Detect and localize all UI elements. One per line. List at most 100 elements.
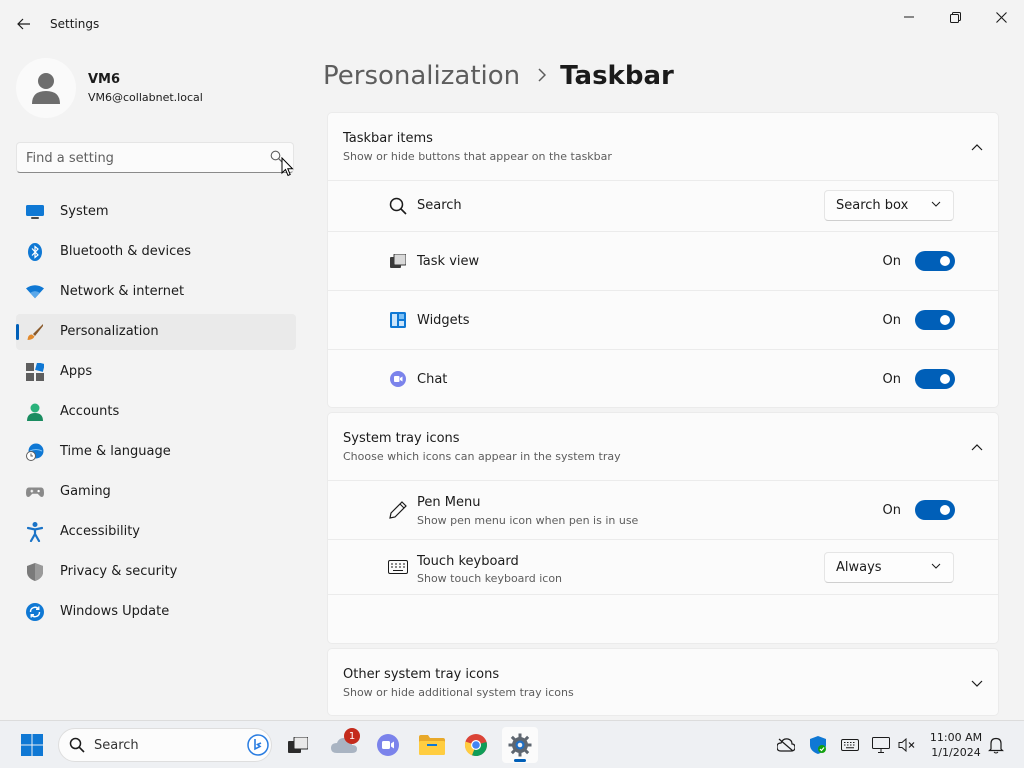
chevron-down-icon[interactable] — [970, 676, 984, 690]
sidebar-item-apps[interactable]: Apps — [16, 354, 296, 390]
gear-icon — [508, 733, 532, 757]
taskbar-items-card: Taskbar items Show or hide buttons that … — [327, 112, 999, 408]
chevron-down-icon — [931, 563, 941, 569]
title-bar: Settings — [0, 0, 1024, 48]
restore-icon — [949, 11, 961, 23]
minimize-icon — [904, 16, 914, 18]
user-profile: VM6 VM6@collabnet.local — [16, 58, 296, 118]
windows-logo-icon — [21, 734, 43, 756]
network-icon[interactable] — [871, 735, 891, 755]
pen-icon — [388, 500, 408, 520]
sidebar-item-privacy[interactable]: Privacy & security — [16, 554, 296, 590]
settings-app-button[interactable] — [502, 727, 538, 763]
minimize-button[interactable] — [889, 6, 929, 28]
sidebar-item-network[interactable]: Network & internet — [16, 274, 296, 310]
pen-menu-toggle[interactable] — [915, 500, 955, 520]
settings-search-box[interactable] — [16, 142, 294, 173]
avatar — [16, 58, 76, 118]
chat-row: Chat On — [328, 349, 998, 408]
keyboard-icon — [388, 557, 408, 577]
sidebar-item-accounts[interactable]: Accounts — [16, 394, 296, 430]
bell-icon[interactable] — [986, 735, 1006, 755]
taskbar-items-header[interactable]: Taskbar items Show or hide buttons that … — [328, 113, 998, 180]
system-tray-card: System tray icons Choose which icons can… — [327, 412, 999, 644]
section-subtitle: Show or hide buttons that appear on the … — [343, 150, 612, 163]
search-input[interactable] — [26, 148, 256, 168]
clock-date: 1/1/2024 — [931, 746, 981, 759]
close-button[interactable] — [981, 6, 1021, 28]
sidebar-item-time-language[interactable]: Time & language — [16, 434, 296, 470]
file-explorer-button[interactable] — [414, 727, 450, 763]
person-icon — [26, 403, 44, 421]
chrome-button[interactable] — [458, 727, 494, 763]
back-button[interactable] — [10, 12, 38, 36]
chevron-up-icon[interactable] — [970, 140, 984, 154]
chat-icon — [388, 369, 408, 389]
pen-menu-row: Pen Menu Show pen menu icon when pen is … — [328, 480, 998, 539]
section-title: Taskbar items — [343, 131, 433, 146]
arrow-left-icon — [17, 18, 30, 30]
other-tray-header[interactable]: Other system tray icons Show or hide add… — [328, 649, 998, 716]
section-subtitle: Show or hide additional system tray icon… — [343, 686, 574, 699]
update-icon — [26, 603, 44, 621]
breadcrumb: Personalization Taskbar — [323, 58, 674, 94]
clock-time: 11:00 AM — [929, 731, 983, 744]
brush-icon — [26, 323, 44, 341]
widgets-toggle[interactable] — [915, 310, 955, 330]
taskbar-search[interactable]: Search — [58, 728, 272, 762]
task-view-icon — [388, 251, 408, 271]
sidebar-item-personalization[interactable]: Personalization — [16, 314, 296, 350]
maximize-button[interactable] — [935, 6, 975, 28]
wifi-icon — [26, 283, 44, 301]
sidebar-nav: System Bluetooth & devices Network & int… — [16, 194, 296, 634]
touch-keyboard-dropdown[interactable]: Always — [824, 552, 954, 583]
accessibility-icon — [26, 522, 44, 542]
chevron-right-icon — [538, 66, 547, 87]
chevron-up-icon[interactable] — [970, 440, 984, 454]
globe-clock-icon — [26, 443, 44, 461]
task-view-button[interactable] — [280, 727, 316, 763]
task-view-icon — [288, 737, 308, 753]
cloud-offline-icon[interactable] — [776, 735, 796, 755]
bluetooth-icon — [26, 243, 44, 261]
onedrive-button[interactable]: 1 — [326, 727, 362, 763]
monitor-icon — [26, 203, 44, 221]
defender-shield-icon[interactable] — [808, 735, 828, 755]
other-tray-card[interactable]: Other system tray icons Show or hide add… — [327, 648, 999, 716]
bing-icon[interactable] — [247, 734, 269, 756]
task-view-toggle[interactable] — [915, 251, 955, 271]
chat-toggle[interactable] — [915, 369, 955, 389]
widgets-row: Widgets On — [328, 290, 998, 349]
chrome-icon — [464, 734, 487, 757]
section-title: Other system tray icons — [343, 667, 500, 682]
person-icon — [32, 73, 60, 104]
search-icon — [388, 196, 408, 216]
task-view-row: Task view On — [328, 231, 998, 290]
system-clock[interactable]: 11:00 AM 1/1/2024 — [922, 730, 990, 760]
start-button[interactable] — [14, 727, 50, 763]
apps-icon — [26, 363, 44, 381]
volume-muted-icon[interactable] — [897, 735, 917, 755]
touch-keyboard-row: Touch keyboard Show touch keyboard icon … — [328, 539, 998, 594]
shield-icon — [26, 563, 44, 581]
sidebar-item-accessibility[interactable]: Accessibility — [16, 514, 296, 550]
gamepad-icon — [26, 483, 44, 501]
sidebar-item-gaming[interactable]: Gaming — [16, 474, 296, 510]
system-tray-header[interactable]: System tray icons Choose which icons can… — [328, 413, 998, 480]
user-email: VM6@collabnet.local — [88, 91, 203, 104]
close-icon — [995, 11, 1007, 23]
sidebar-item-bluetooth[interactable]: Bluetooth & devices — [16, 234, 296, 270]
search-icon — [69, 737, 85, 753]
search-row: Search Search box — [328, 180, 998, 231]
keyboard-icon[interactable] — [840, 735, 860, 755]
chat-icon — [377, 734, 399, 756]
search-mode-dropdown[interactable]: Search box — [824, 190, 954, 221]
sidebar-item-windows-update[interactable]: Windows Update — [16, 594, 296, 630]
breadcrumb-parent[interactable]: Personalization — [323, 61, 520, 91]
folder-icon — [419, 735, 445, 755]
mouse-cursor-icon — [281, 157, 294, 177]
section-subtitle: Choose which icons can appear in the sys… — [343, 450, 621, 463]
teams-chat-button[interactable] — [370, 727, 406, 763]
sidebar-item-system[interactable]: System — [16, 194, 296, 230]
empty-row — [328, 594, 998, 644]
